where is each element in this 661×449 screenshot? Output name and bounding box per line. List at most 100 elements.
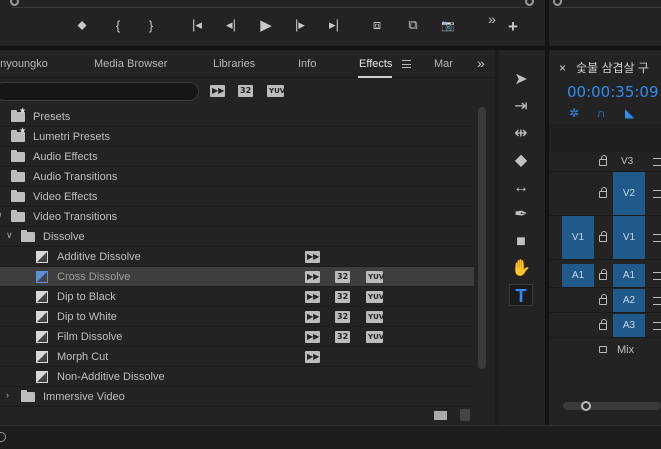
step-back-button[interactable]: ◂| <box>221 14 241 36</box>
scrub-in-handle[interactable] <box>10 0 19 6</box>
effects-folder-item[interactable]: Audio Transitions <box>0 167 474 187</box>
effect-item[interactable]: Dip to Black ▶▶ 32 YUV <box>0 287 474 307</box>
lock-icon[interactable] <box>599 294 607 305</box>
razor-tool[interactable]: ◆ <box>509 150 533 172</box>
32bit-effects-filter-button[interactable]: 32 <box>238 85 253 97</box>
panel-menu-icon[interactable] <box>402 60 411 68</box>
lock-icon[interactable] <box>599 319 607 330</box>
program-scrub-handle[interactable] <box>553 0 562 6</box>
monitor-scrub-bar[interactable] <box>10 0 534 8</box>
track-target-a2[interactable]: A2 <box>613 289 645 312</box>
transition-effect-icon <box>36 331 48 343</box>
track-target-v2[interactable]: V2 <box>613 172 645 215</box>
chevron-down-icon[interactable]: ∨ <box>6 230 13 241</box>
scrub-out-handle[interactable] <box>525 0 534 6</box>
effects-folder-item[interactable]: Audio Effects <box>0 147 474 167</box>
track-target-a1[interactable]: A1 <box>613 264 645 287</box>
zoom-handle[interactable] <box>581 401 591 411</box>
tab-project[interactable]: unyoungko <box>0 58 48 70</box>
yuv-effects-filter-button[interactable]: YUV <box>267 85 285 97</box>
time-ruler[interactable] <box>549 124 661 152</box>
toggle-output-icon[interactable] <box>653 158 661 166</box>
timeline-zoom-scrollbar[interactable] <box>563 401 661 411</box>
mix-track-label: Mix <box>617 344 635 356</box>
overwrite-icon: ⧉ <box>408 17 418 32</box>
accelerated-effects-filter-button[interactable]: ▶▶ <box>210 85 225 97</box>
pen-tool[interactable]: ✒ <box>509 204 533 226</box>
export-frame-button[interactable]: 📷 <box>438 14 458 36</box>
tab-effects[interactable]: Effects <box>359 58 392 70</box>
effects-folder-item[interactable]: Video Effects <box>0 187 474 207</box>
effect-item[interactable]: Morph Cut ▶▶ <box>0 347 474 367</box>
effects-folder-item[interactable]: ∨ Video Transitions <box>0 207 474 227</box>
track-target-v1[interactable]: V1 <box>613 216 645 259</box>
chevron-double-right-icon[interactable]: » <box>477 55 485 71</box>
ripple-edit-tool[interactable]: ⇹ <box>509 123 533 145</box>
chevron-double-right-icon: » <box>488 11 496 27</box>
accelerated-badge-icon: ▶▶ <box>305 331 320 343</box>
toggle-output-icon[interactable] <box>653 272 661 280</box>
button-editor-button[interactable]: + <box>505 16 521 38</box>
tab-info[interactable]: Info <box>298 58 316 70</box>
toggle-output-icon[interactable] <box>653 297 661 305</box>
mark-in-button[interactable]: { <box>110 14 126 36</box>
effect-item[interactable]: Non-Additive Dissolve <box>0 367 474 387</box>
chevron-right-icon[interactable]: › <box>6 390 9 400</box>
track-target-a3[interactable]: A3 <box>613 314 645 337</box>
slip-tool[interactable]: ↔ <box>509 177 533 199</box>
selection-tool[interactable]: ➤ <box>509 69 533 91</box>
effect-item[interactable]: Cross Dissolve ▶▶ 32 YUV <box>0 267 474 287</box>
ripple-edit-icon: ⇹ <box>514 125 528 142</box>
go-to-in-button[interactable]: |◂ <box>187 14 207 36</box>
tab-markers[interactable]: Mar <box>434 58 453 70</box>
mark-out-button[interactable]: } <box>143 14 159 36</box>
new-bin-icon[interactable] <box>434 411 447 420</box>
folder-icon <box>11 210 25 222</box>
add-marker-icon[interactable]: ◣ <box>625 106 634 120</box>
add-marker-button[interactable]: ⬥ <box>74 14 90 36</box>
insert-button[interactable]: ⧈ <box>367 14 387 36</box>
trash-icon[interactable] <box>460 409 470 421</box>
effects-folder-item[interactable]: Lumetri Presets <box>0 126 474 147</box>
step-forward-button[interactable]: |▸ <box>290 14 310 36</box>
rectangle-tool[interactable]: ■ <box>509 231 533 253</box>
source-patch-v1[interactable]: V1 <box>562 216 594 259</box>
lock-icon[interactable] <box>599 155 607 166</box>
toggle-output-icon[interactable] <box>653 234 661 242</box>
more-controls-button[interactable]: » <box>484 8 500 30</box>
effects-folder-item[interactable]: › Immersive Video <box>0 387 474 407</box>
accelerated-badge-icon: ▶▶ <box>305 311 320 323</box>
playhead-timecode[interactable]: 00:00:35:09 <box>567 83 659 101</box>
program-scrub-bar[interactable] <box>553 0 661 8</box>
effect-item[interactable]: Dip to White ▶▶ 32 YUV <box>0 307 474 327</box>
timeline-panel: × 숯불 삼겹살 구 00:00:35:09 ✲ ∩ ◣ V3 V2 V1 V1 A1 A… <box>549 50 661 425</box>
effects-folder-item[interactable]: Presets <box>0 107 474 127</box>
effects-search-row: ▶▶ 32 YUV <box>0 80 495 104</box>
lock-icon[interactable] <box>599 187 607 198</box>
effect-item[interactable]: Film Dissolve ▶▶ 32 YUV <box>0 327 474 347</box>
search-input[interactable] <box>0 82 199 101</box>
tree-item-label: Immersive Video <box>43 391 125 403</box>
snap-icon[interactable]: ✲ <box>569 106 579 120</box>
lock-icon[interactable] <box>599 269 607 280</box>
toggle-output-icon[interactable] <box>653 190 661 198</box>
track-select-tool[interactable]: ⇥ <box>509 96 533 118</box>
sequence-tab[interactable]: × 숯불 삼겹살 구 <box>559 59 649 76</box>
tab-media-browser[interactable]: Media Browser <box>94 58 167 70</box>
source-patch-a1[interactable]: A1 <box>562 264 594 287</box>
tab-libraries[interactable]: Libraries <box>213 58 255 70</box>
play-button[interactable]: ▶ <box>256 14 276 36</box>
effects-folder-item[interactable]: ∨ Dissolve <box>0 227 474 247</box>
overwrite-button[interactable]: ⧉ <box>403 14 423 36</box>
chevron-down-icon[interactable]: ∨ <box>0 210 3 221</box>
effects-scrollbar[interactable] <box>478 107 486 369</box>
go-to-out-button[interactable]: ▸| <box>324 14 344 36</box>
type-tool[interactable]: T <box>509 284 533 306</box>
effect-item[interactable]: Additive Dissolve ▶▶ <box>0 247 474 267</box>
close-icon[interactable]: × <box>559 61 566 75</box>
lock-icon[interactable] <box>599 231 607 242</box>
hand-tool[interactable]: ✋ <box>509 258 533 280</box>
lock-icon[interactable] <box>599 346 607 353</box>
linked-selection-icon[interactable]: ∩ <box>597 106 606 120</box>
toggle-output-icon[interactable] <box>653 322 661 330</box>
